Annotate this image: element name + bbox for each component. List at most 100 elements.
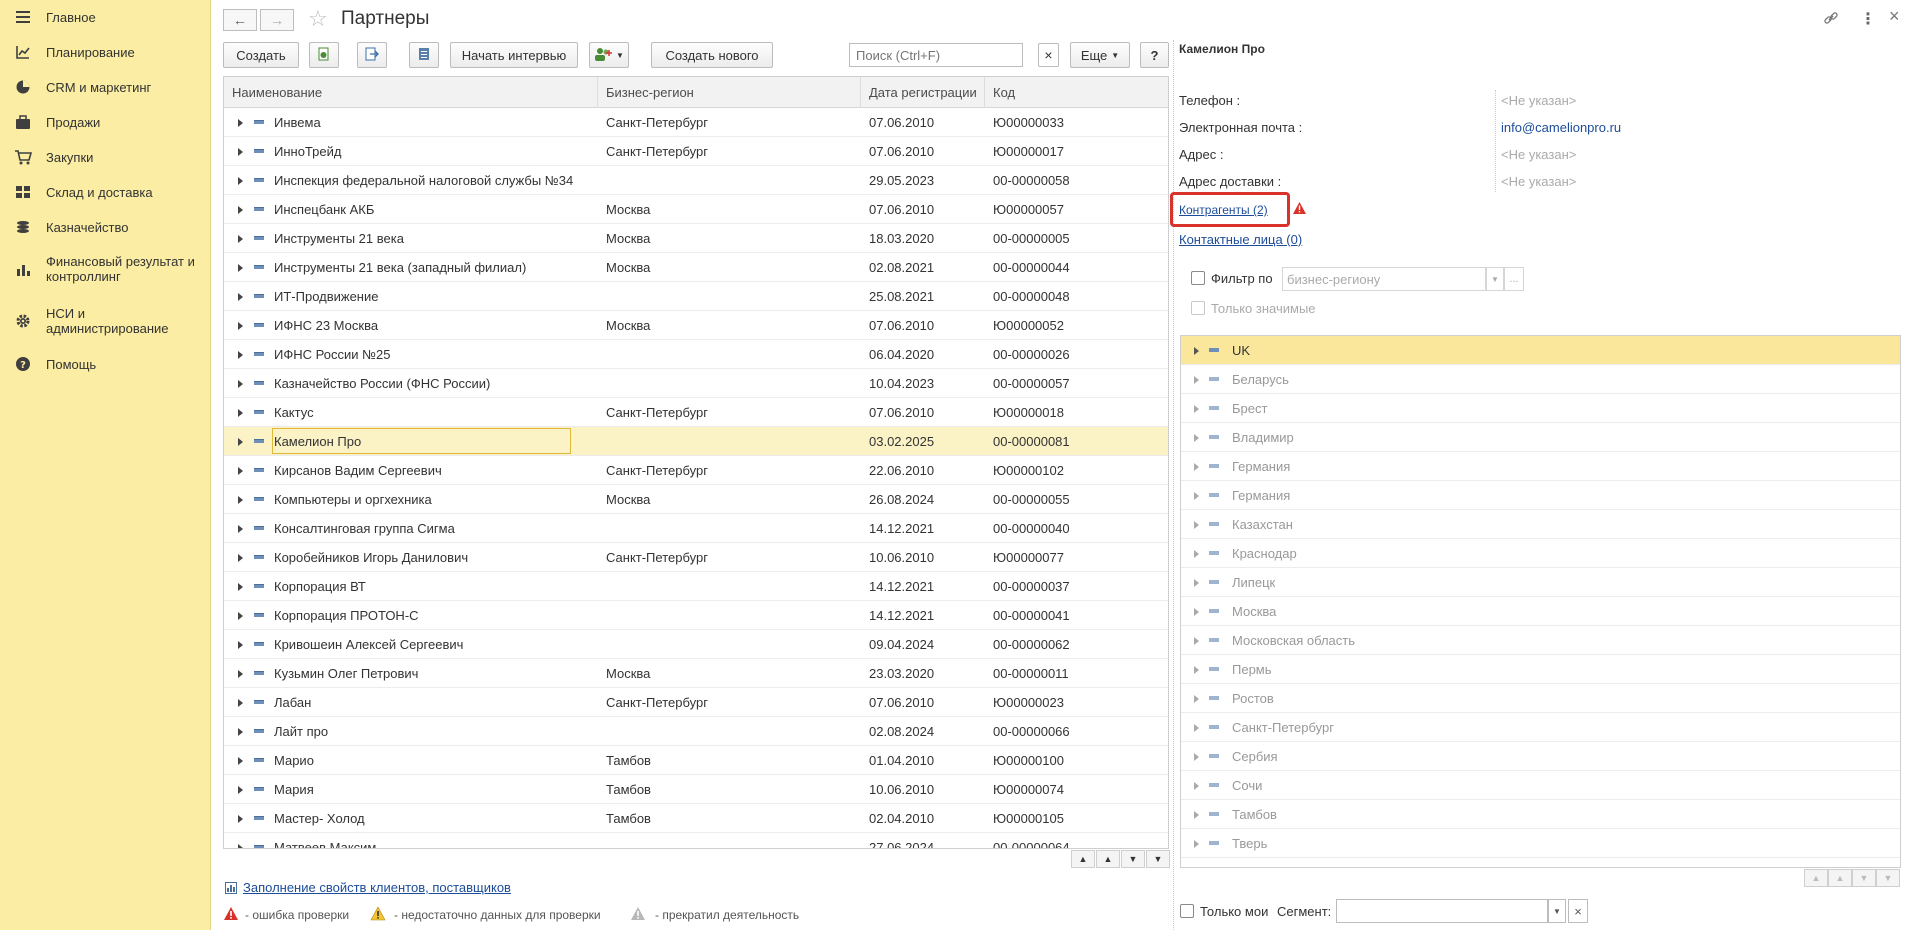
create-button[interactable]: Создать [223,42,299,68]
expand-triangle-icon[interactable] [238,496,243,504]
tree-row[interactable]: Пермь [1181,655,1900,684]
filter-dropdown-button[interactable]: ▼ [1486,267,1504,291]
kebab-menu-icon[interactable]: ⋮ [1860,9,1876,29]
tree-row[interactable]: Владимир [1181,423,1900,452]
tree-row[interactable]: Краснодар [1181,539,1900,568]
forward-button[interactable]: → [260,9,294,31]
email-value[interactable]: info@camelionpro.ru [1501,120,1621,135]
expand-triangle-icon[interactable] [238,844,243,848]
sidebar-item-sales[interactable]: Продажи [0,113,211,131]
expand-triangle-icon[interactable] [238,119,243,127]
more-button[interactable]: Еще ▼ [1070,42,1130,68]
table-row[interactable]: Матвеев Максим 27.06.2024 00-00000064 [224,833,1168,848]
expand-triangle-icon[interactable] [238,351,243,359]
table-row[interactable]: Кирсанов Вадим Сергеевич Санкт-Петербург 2… [224,456,1168,485]
expand-triangle-icon[interactable] [238,293,243,301]
fill-properties-link[interactable]: Заполнение свойств клиентов, поставщиков [243,880,511,895]
expand-triangle-icon[interactable] [238,438,243,446]
sidebar-item-planning[interactable]: Планирование [0,43,211,61]
expand-triangle-icon[interactable] [238,815,243,823]
expand-triangle-icon[interactable] [1194,753,1199,761]
link-icon[interactable] [1823,10,1839,29]
sidebar-item-crm[interactable]: CRM и маркетинг [0,78,211,96]
back-button[interactable]: ← [223,9,257,31]
tree-row[interactable]: Ростов [1181,684,1900,713]
copy-button[interactable] [309,42,339,68]
sidebar-item-purchases[interactable]: Закупки [0,148,211,166]
add-contact-dropdown[interactable]: ▼ [589,42,629,68]
tree-row[interactable]: Германия [1181,452,1900,481]
expand-triangle-icon[interactable] [238,757,243,765]
only-mine-checkbox[interactable] [1180,904,1194,918]
filter-choose-button[interactable]: ... [1504,267,1524,291]
tree-scroll-bottom-button[interactable]: ▼ [1876,869,1900,887]
table-row[interactable]: Инструменты 21 века Москва 18.03.2020 00-00… [224,224,1168,253]
expand-triangle-icon[interactable] [1194,637,1199,645]
only-significant-checkbox[interactable] [1191,301,1205,315]
table-row[interactable]: Компьютеры и оргхехника Москва 26.08.2024 0… [224,485,1168,514]
tree-row[interactable]: Тверь [1181,829,1900,858]
search-clear-button[interactable]: × [1038,43,1059,67]
expand-triangle-icon[interactable] [238,641,243,649]
expand-triangle-icon[interactable] [1194,811,1199,819]
import-button[interactable] [357,42,387,68]
column-header-date[interactable]: Дата регистрации [861,77,985,108]
expand-triangle-icon[interactable] [238,206,243,214]
column-header-name[interactable]: Наименование [224,77,598,108]
expand-triangle-icon[interactable] [238,467,243,475]
expand-triangle-icon[interactable] [1194,463,1199,471]
expand-triangle-icon[interactable] [238,583,243,591]
start-interview-button[interactable]: Начать интервью [450,42,578,68]
table-row[interactable]: Корпорация ПРОТОН-С 14.12.2021 00-00000041 [224,601,1168,630]
table-row[interactable]: ИФНС 23 Москва Москва 07.06.2010 Ю00000052 [224,311,1168,340]
list-view-button[interactable] [409,42,439,68]
sidebar-item-finance[interactable]: Финансовый результат и контроллинг [0,253,211,285]
expand-triangle-icon[interactable] [1194,405,1199,413]
expand-triangle-icon[interactable] [238,786,243,794]
table-row[interactable]: Кузьмин Олег Петрович Москва 23.03.2020 00-… [224,659,1168,688]
expand-triangle-icon[interactable] [238,612,243,620]
table-row[interactable]: Камелион Про 03.02.2025 00-00000081 [224,427,1168,456]
scroll-top-button[interactable]: ▲ [1071,850,1095,868]
expand-triangle-icon[interactable] [1194,695,1199,703]
table-row[interactable]: Мастер- Холод Тамбов 02.04.2010 Ю00000105 [224,804,1168,833]
tree-row[interactable]: Тамбов [1181,800,1900,829]
table-row[interactable]: Инструменты 21 века (западный филиал) Мос… [224,253,1168,282]
close-icon[interactable]: × [1889,6,1900,27]
table-row[interactable]: Инспецбанк АКБ Москва 07.06.2010 Ю00000057 [224,195,1168,224]
expand-triangle-icon[interactable] [1194,840,1199,848]
table-row[interactable]: Инвема Санкт-Петербург 07.06.2010 Ю00000033 [224,108,1168,137]
contacts-link[interactable]: Контактные лица (0) [1179,232,1302,247]
scroll-up-button[interactable]: ▲ [1096,850,1120,868]
expand-triangle-icon[interactable] [238,525,243,533]
expand-triangle-icon[interactable] [238,380,243,388]
table-row[interactable]: Казначейство России (ФНС России) 10.04.20… [224,369,1168,398]
sidebar-item-admin[interactable]: НСИ и администрирование [0,305,211,337]
tree-scroll-top-button[interactable]: ▲ [1804,869,1828,887]
scroll-down-button[interactable]: ▼ [1121,850,1145,868]
table-row[interactable]: Консалтинговая группа Сигма 14.12.2021 00-… [224,514,1168,543]
expand-triangle-icon[interactable] [238,728,243,736]
tree-row[interactable]: Казахстан [1181,510,1900,539]
filter-region-select[interactable]: бизнес-региону [1282,267,1486,291]
sidebar-item-help[interactable]: ? Помощь [0,355,211,373]
tree-row[interactable]: Брест [1181,394,1900,423]
create-new-button[interactable]: Создать нового [651,42,773,68]
tree-row[interactable]: Санкт-Петербург [1181,713,1900,742]
table-row[interactable]: Инспекция федеральной налоговой службы №… [224,166,1168,195]
segment-clear-button[interactable]: × [1568,899,1588,923]
column-header-code[interactable]: Код [985,77,1168,108]
expand-triangle-icon[interactable] [1194,579,1199,587]
expand-triangle-icon[interactable] [1194,347,1199,355]
segment-dropdown-button[interactable]: ▼ [1548,899,1566,923]
tree-row[interactable]: Сербия [1181,742,1900,771]
tree-scroll-down-button[interactable]: ▼ [1852,869,1876,887]
tree-row[interactable]: Московская область [1181,626,1900,655]
tree-row[interactable]: Липецк [1181,568,1900,597]
expand-triangle-icon[interactable] [1194,492,1199,500]
expand-triangle-icon[interactable] [238,177,243,185]
tree-scroll-up-button[interactable]: ▲ [1828,869,1852,887]
expand-triangle-icon[interactable] [238,699,243,707]
expand-triangle-icon[interactable] [238,670,243,678]
favorite-star-icon[interactable]: ☆ [308,6,328,32]
